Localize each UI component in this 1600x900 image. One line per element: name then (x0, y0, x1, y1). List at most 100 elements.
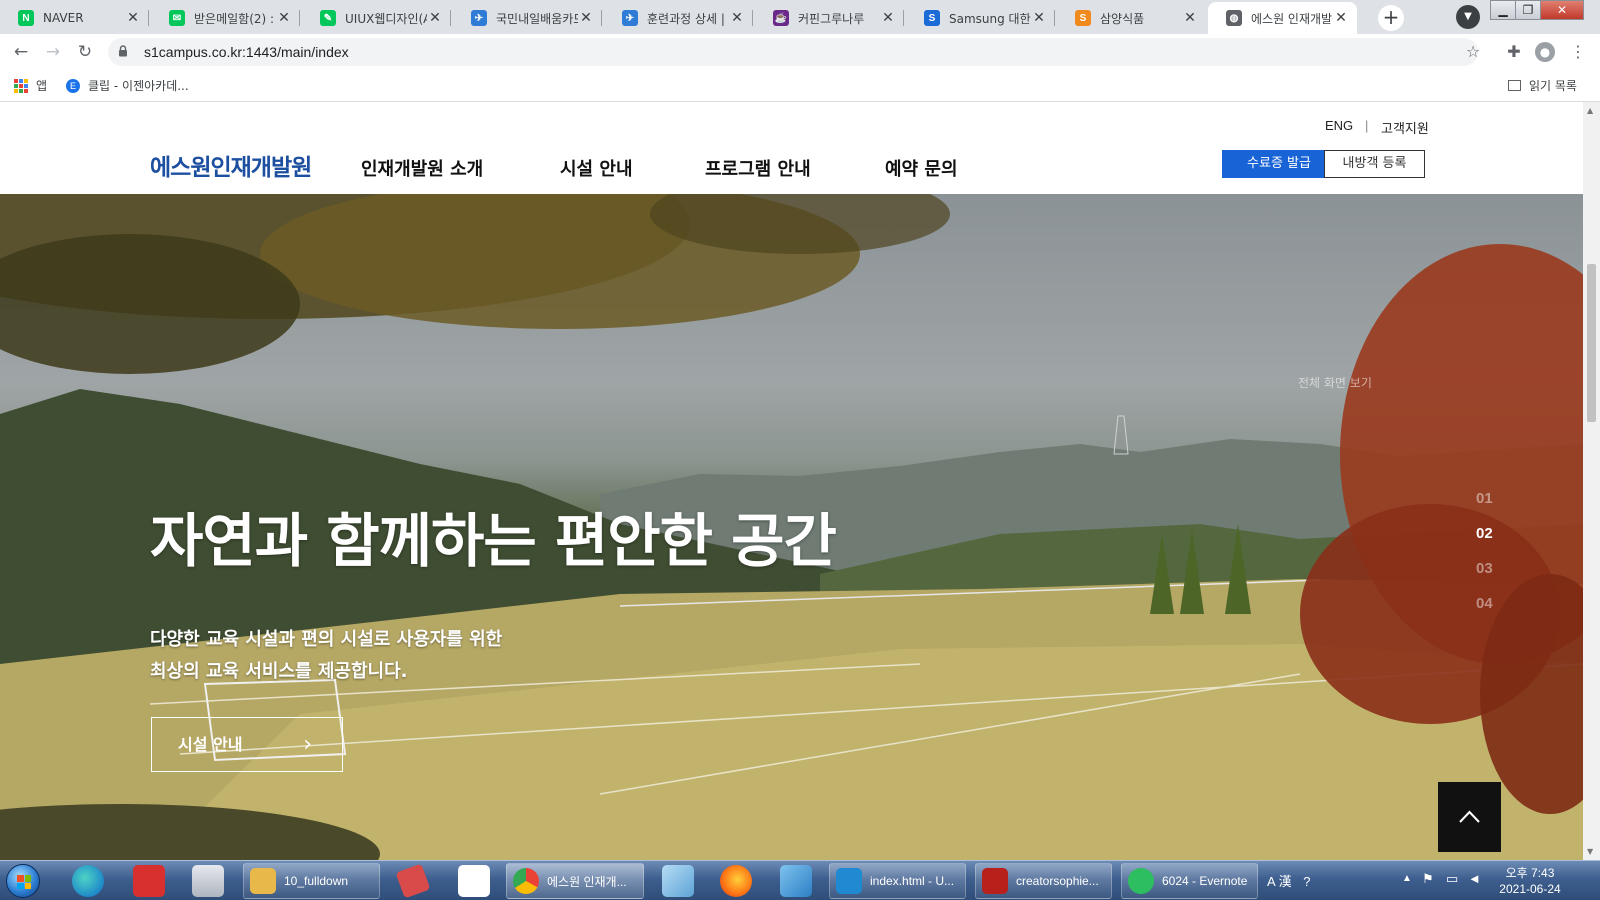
tab-label: 받은메일함(2) : 네 (194, 11, 276, 26)
browser-menu-icon[interactable]: ⋮ (1566, 40, 1590, 64)
evernote-icon (1128, 868, 1154, 894)
visitor-registration-button[interactable]: 내방객 등록 (1324, 150, 1425, 178)
hero-title: 자연과 함께하는 편안한 공간 (150, 507, 837, 575)
bookmark-star-icon[interactable]: ☆ (1461, 40, 1485, 64)
reload-icon[interactable]: ↻ (73, 40, 97, 64)
scroll-down-arrow-icon[interactable]: ▼ (1587, 847, 1593, 856)
browser-tab[interactable]: ✉ 받은메일함(2) : 네✕ (151, 2, 300, 34)
nav-item-programs[interactable]: 프로그램 안내 (705, 155, 811, 181)
apps-grid-icon (14, 78, 28, 93)
back-arrow-icon[interactable]: ← (9, 40, 33, 64)
taskbar-item-filezilla[interactable]: creatorsophie... (975, 863, 1112, 899)
browser-tab[interactable]: ✎ UIUX웹디자인(A ✕ (302, 2, 451, 34)
browser-tab[interactable]: ✈ 국민내일배움카드 ✕ (453, 2, 602, 34)
minimize-button[interactable]: ▁ (1490, 0, 1516, 20)
tab-label: Samsung 대한민 (949, 11, 1031, 26)
browser-tab[interactable]: S Samsung 대한민✕ (906, 2, 1055, 34)
facility-guide-button[interactable]: 시설 안내 › (151, 717, 343, 772)
firefox-icon[interactable] (720, 865, 752, 897)
tab-favicon-icon: ✈ (622, 10, 638, 26)
nav-item-facilities[interactable]: 시설 안내 (560, 155, 633, 181)
tab-label: NAVER (43, 11, 84, 25)
tab-separator (752, 10, 753, 26)
nav-item-about[interactable]: 인재개발원 소개 (361, 155, 483, 181)
forward-arrow-icon[interactable]: → (41, 40, 65, 64)
util-separator: | (1365, 118, 1369, 133)
site-logo[interactable]: 에스원인재개발원 (150, 148, 312, 182)
network-icon[interactable]: ▭ (1446, 871, 1458, 900)
tab-favicon-icon: ✎ (320, 10, 336, 26)
address-bar[interactable]: s1campus.co.kr:1443/main/index (108, 38, 1478, 66)
extensions-puzzle-icon[interactable]: ✚ (1502, 40, 1526, 64)
slide-pager-03[interactable]: 03 (1476, 560, 1493, 577)
bookmark-clip[interactable]: E 클립 - 이젠아카데... (66, 77, 189, 94)
nav-item-reservation[interactable]: 예약 문의 (885, 155, 958, 181)
snippet-app-icon[interactable] (133, 865, 165, 897)
show-hidden-icons-button[interactable]: ▲ (1402, 873, 1412, 900)
bookmark-label: 앱 (36, 79, 48, 93)
tab-favicon-icon: ✈ (471, 10, 487, 26)
installer-app-icon[interactable] (780, 865, 812, 897)
bookmark-apps[interactable]: 앱 (14, 77, 47, 94)
ime-toolbar[interactable]: A 漢 ? (1267, 871, 1310, 900)
windows-logo-icon (17, 875, 31, 889)
chevron-up-icon (1459, 810, 1480, 823)
slide-pager-02[interactable]: 02 (1476, 525, 1493, 542)
taskbar-item-folder[interactable]: 10_fulldown (243, 863, 380, 899)
tab-close-icon[interactable]: ✕ (427, 10, 443, 26)
tab-close-icon[interactable]: ✕ (1333, 10, 1349, 26)
browser-tab[interactable]: ☕ 커핀그루나루 ✕ (755, 2, 904, 34)
tab-close-icon[interactable]: ✕ (729, 10, 745, 26)
browser-tab[interactable]: N NAVER ✕ (0, 2, 149, 34)
taskbar-item-evernote[interactable]: 6024 - Evernote (1121, 863, 1258, 899)
browser-tab[interactable]: S 삼양식품 ✕ (1057, 2, 1206, 34)
tab-separator (903, 10, 904, 26)
new-tab-button[interactable]: + (1378, 5, 1404, 31)
site-header: ENG | 고객지원 에스원인재개발원 인재개발원 소개 시설 안내 프로그램 … (0, 102, 1583, 194)
scroll-to-top-button[interactable] (1438, 782, 1501, 852)
tab-label: 커핀그루나루 (798, 11, 865, 26)
calculator-icon[interactable] (192, 865, 224, 897)
scroll-up-arrow-icon[interactable]: ▲ (1587, 106, 1593, 115)
tab-favicon-icon: S (1075, 10, 1091, 26)
profile-avatar-icon[interactable]: ● (1535, 42, 1555, 62)
tab-favicon-icon: ✉ (169, 10, 185, 26)
tab-close-icon[interactable]: ✕ (1182, 10, 1198, 26)
notepad-icon[interactable] (662, 865, 694, 897)
reading-list-button[interactable]: 읽기 목록 (1508, 77, 1577, 94)
windows-taskbar: 10_fulldown 에스원 인재개... index.html - U...… (0, 860, 1600, 900)
edge-browser-icon[interactable] (72, 865, 104, 897)
system-clock[interactable]: 오후 7:43 2021-06-24 (1494, 865, 1566, 897)
action-center-flag-icon[interactable]: ⚑ (1422, 871, 1434, 900)
chevron-right-icon: › (303, 732, 312, 757)
help-icon[interactable]: ? (1303, 874, 1310, 889)
calendar-app-icon[interactable] (458, 865, 490, 897)
eng-link[interactable]: ENG (1325, 118, 1353, 133)
tab-separator (601, 10, 602, 26)
tab-close-icon[interactable]: ✕ (880, 10, 896, 26)
customer-support-link[interactable]: 고객지원 (1381, 118, 1429, 137)
fullscreen-toggle[interactable]: 전체 화면 보기 (1298, 374, 1372, 391)
tab-search-icon[interactable]: ▼ (1456, 5, 1480, 29)
taskbar-item-vscode[interactable]: index.html - U... (829, 863, 966, 899)
tab-close-icon[interactable]: ✕ (125, 10, 141, 26)
scrollbar-thumb[interactable] (1587, 264, 1596, 422)
browser-tab[interactable]: ◍ 에스원 인재개발원✕ (1208, 2, 1357, 34)
taskbar-item-chrome[interactable]: 에스원 인재개... (506, 863, 644, 899)
page-scrollbar[interactable]: ▲ ▼ (1583, 102, 1600, 860)
volume-muted-icon[interactable]: ◄ (1468, 871, 1481, 900)
browser-tab[interactable]: ✈ 훈련과정 상세 | H ✕ (604, 2, 753, 34)
maximize-button[interactable]: ❐ (1515, 0, 1541, 20)
tab-label: 에스원 인재개발원 (1251, 11, 1333, 26)
tab-close-icon[interactable]: ✕ (578, 10, 594, 26)
slide-pager-01[interactable]: 01 (1476, 490, 1493, 507)
tab-label: UIUX웹디자인(A (345, 11, 427, 26)
tab-close-icon[interactable]: ✕ (276, 10, 292, 26)
tab-close-icon[interactable]: ✕ (1031, 10, 1047, 26)
slide-pager-04[interactable]: 04 (1476, 595, 1493, 612)
window-close-button[interactable]: ✕ (1540, 0, 1584, 20)
tab-separator (450, 10, 451, 26)
eraser-app-icon[interactable] (395, 863, 431, 899)
start-button[interactable] (6, 864, 40, 898)
certificate-button[interactable]: 수료증 발급 (1222, 150, 1336, 178)
